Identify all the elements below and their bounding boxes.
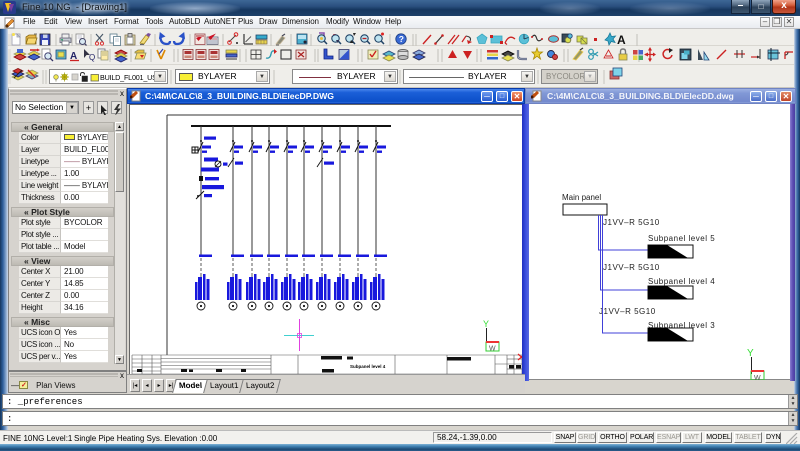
svg-text:Subpanel level 4: Subpanel level 4 [350, 364, 386, 369]
svg-text:Subpanel level 5: Subpanel level 5 [648, 234, 715, 243]
svg-text:Y: Y [483, 319, 489, 329]
svg-text:J1VV–R 5G10: J1VV–R 5G10 [603, 218, 660, 227]
svg-text:Subpanel level 4: Subpanel level 4 [648, 277, 715, 286]
svg-text:Main panel: Main panel [562, 193, 601, 202]
svg-text:?: ? [399, 34, 404, 44]
svg-text:W: W [754, 375, 761, 380]
svg-text:Q: Q [89, 53, 95, 62]
svg-text:J1VV–R 5G10: J1VV–R 5G10 [599, 307, 656, 316]
svg-text:J1VV–R 5G10: J1VV–R 5G10 [603, 263, 660, 272]
svg-text:W: W [489, 346, 496, 353]
svg-text:Y: Y [747, 348, 754, 359]
svg-text:A: A [617, 33, 626, 47]
